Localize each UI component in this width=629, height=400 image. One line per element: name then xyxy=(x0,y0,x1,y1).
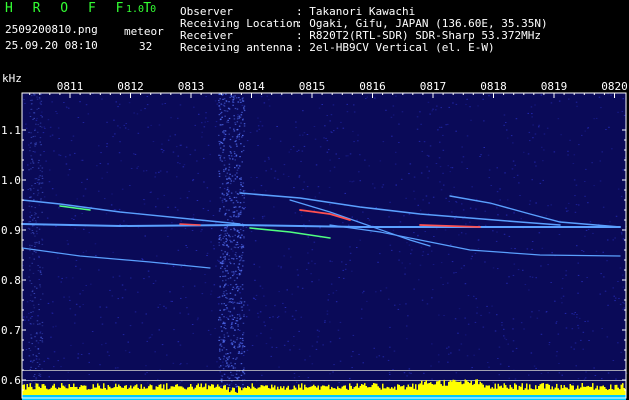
time-tick-label: 0816 xyxy=(359,80,386,93)
time-tick-label: 0815 xyxy=(299,80,326,93)
time-tick-label: 0811 xyxy=(57,80,84,93)
time-tick-label: 0818 xyxy=(480,80,507,93)
y-unit-label: kHz xyxy=(2,72,22,85)
threshold-line xyxy=(22,370,626,371)
time-tick-label: 0812 xyxy=(117,80,144,93)
time-tick-label: 0819 xyxy=(541,80,568,93)
plot-background xyxy=(22,93,626,398)
y-tick-label: 0.6 xyxy=(1,374,21,387)
time-tick-label: 0814 xyxy=(238,80,265,93)
meteor-head xyxy=(179,223,201,226)
time-tick-label: 0813 xyxy=(178,80,205,93)
y-tick-label: 0.8 xyxy=(1,274,21,287)
y-tick-label: 1.0 xyxy=(1,174,21,187)
time-tick-label: 0820 xyxy=(601,80,628,93)
threshold-line xyxy=(22,380,626,381)
spectrogram-plot: kHz 1.1 1.0 0.9 0.8 0.7 0.6 0811 0812 0813 0814 081… xyxy=(1,72,628,400)
y-tick-label: 0.9 xyxy=(1,224,21,237)
y-tick-label: 1.1 xyxy=(1,124,21,137)
y-tick-label: 0.7 xyxy=(1,324,21,337)
time-tick-label: 0817 xyxy=(420,80,447,93)
